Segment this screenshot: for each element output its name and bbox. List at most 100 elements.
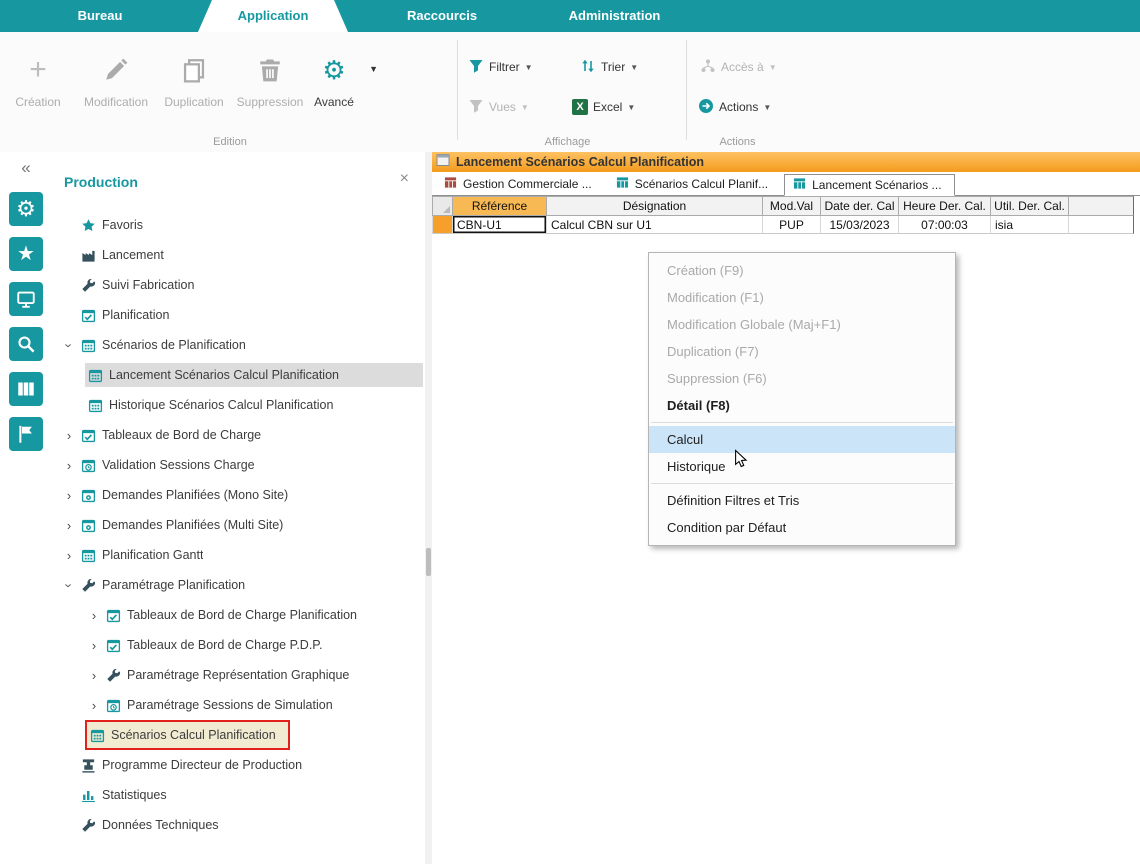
sidebar-item-lancement-scenarios-calcul-planification[interactable]: Lancement Scénarios Calcul Planification (52, 360, 423, 390)
collapse-sidebar-button[interactable]: « (0, 158, 52, 178)
columns-icon[interactable] (9, 372, 43, 406)
excel-button[interactable]: X Excel ▼ (572, 96, 635, 118)
sidebar-title: Production (64, 174, 138, 190)
column-header-util-der-cal[interactable]: Util. Der. Cal. (990, 196, 1068, 216)
menu-tab-application[interactable]: Application (198, 0, 348, 32)
actions-button[interactable]: Actions ▼ (698, 96, 771, 118)
cell-designation[interactable]: Calcul CBN sur U1 (546, 216, 762, 234)
star-icon[interactable]: ★ (9, 237, 43, 271)
cell-date-der-cal[interactable]: 15/03/2023 (820, 216, 898, 234)
trash-icon (234, 48, 306, 92)
menu-item-duplication-f7[interactable]: Duplication (F7) (649, 338, 955, 365)
sidebar-item-label: Tableaux de Bord de Charge P.D.P. (127, 638, 323, 652)
sidebar-item-donnees-techniques[interactable]: Données Techniques (52, 810, 423, 840)
sidebar-item-scenarios-calcul-planification[interactable]: Scénarios Calcul Planification (52, 720, 423, 750)
suppression-button[interactable]: Suppression (234, 48, 306, 126)
sidebar-item-planification-gantt[interactable]: ›Planification Gantt (52, 540, 423, 570)
search-icon[interactable] (9, 327, 43, 361)
gear-icon[interactable]: ⚙ (9, 192, 43, 226)
sidebar-item-historique-scenarios-calcul-planification[interactable]: Historique Scénarios Calcul Planificatio… (52, 390, 423, 420)
column-header-date-der-cal[interactable]: Date der. Cal (820, 196, 898, 216)
chevron-right-icon[interactable]: › (60, 518, 78, 533)
menu-item-creation-f9[interactable]: Création (F9) (649, 257, 955, 284)
menu-item-definition-filtres-et-tris[interactable]: Définition Filtres et Tris (649, 487, 955, 514)
column-header-mod-val[interactable]: Mod.Val (762, 196, 820, 216)
menu-item-detail-f8[interactable]: Détail (F8) (649, 392, 955, 419)
modification-button[interactable]: Modification (74, 48, 158, 126)
sidebar-item-suivi-fabrication[interactable]: Suivi Fabrication (52, 270, 423, 300)
cal-gear-icon (80, 487, 96, 503)
table-icon (616, 176, 629, 192)
sidebar-item-parametrage-planification[interactable]: ›Paramétrage Planification (52, 570, 423, 600)
acces-a-button[interactable]: Accès à ▼ (700, 56, 777, 78)
menu-tab-bureau[interactable]: Bureau (38, 0, 162, 32)
sidebar-item-tableaux-de-bord-de-charge-p-d-p[interactable]: › Tableaux de Bord de Charge P.D.P. (52, 630, 423, 660)
document-tab-lancement-scenarios[interactable]: Lancement Scénarios ... (784, 174, 954, 196)
chevron-right-icon[interactable]: › (85, 608, 103, 623)
sidebar-item-validation-sessions-charge[interactable]: ›Validation Sessions Charge (52, 450, 423, 480)
chevron-right-icon[interactable]: › (85, 668, 103, 683)
chevron-right-icon[interactable]: › (85, 638, 103, 653)
sidebar-item-parametrage-representation-graphique[interactable]: ›Paramétrage Représentation Graphique (52, 660, 423, 690)
vues-button[interactable]: Vues ▼ (468, 96, 529, 118)
sidebar-scrollbar[interactable] (425, 152, 432, 864)
window-icon (436, 153, 450, 172)
chevron-right-icon[interactable]: › (85, 698, 103, 713)
cell-util-der-cal[interactable]: isia (990, 216, 1068, 234)
sidebar-item-favoris[interactable]: Favoris (52, 210, 423, 240)
menu-item-calcul[interactable]: Calcul (649, 426, 955, 453)
creation-button[interactable]: + Création (6, 48, 70, 126)
menu-item-historique[interactable]: Historique (649, 453, 955, 480)
menu-tab-raccourcis[interactable]: Raccourcis (368, 0, 516, 32)
flag-icon[interactable] (9, 417, 43, 451)
sidebar-item-scenarios-de-planification[interactable]: › Scénarios de Planification (52, 330, 423, 360)
star-icon (80, 217, 96, 233)
plus-icon: + (6, 48, 70, 92)
column-header-designation[interactable]: Désignation (546, 196, 762, 216)
sidebar-item-label: Lancement Scénarios Calcul Planification (109, 368, 339, 382)
scrollbar-thumb[interactable] (426, 548, 431, 576)
table-row[interactable]: CBN-U1Calcul CBN sur U1PUP15/03/202307:0… (432, 216, 1134, 234)
close-icon[interactable]: × (400, 170, 409, 188)
menu-item-condition-par-defaut[interactable]: Condition par Défaut (649, 514, 955, 541)
chevron-down-icon[interactable]: › (62, 576, 77, 594)
cell-reference[interactable]: CBN-U1 (452, 216, 546, 234)
column-header-reference[interactable]: Référence (452, 196, 546, 216)
chevron-right-icon[interactable]: › (60, 488, 78, 503)
chevron-down-icon[interactable]: ▼ (369, 64, 378, 74)
sidebar-item-tableaux-de-bord-de-charge-planification[interactable]: ›Tableaux de Bord de Charge Planificatio… (52, 600, 423, 630)
row-selector-cell[interactable] (432, 216, 452, 234)
monitor-icon[interactable] (9, 282, 43, 316)
sidebar-item-label: Scénarios de Planification (102, 338, 246, 352)
chevron-right-icon[interactable]: › (60, 428, 78, 443)
sidebar-item-planification[interactable]: Planification (52, 300, 423, 330)
select-all-cell[interactable] (432, 196, 452, 216)
sidebar-item-demandes-planifiees-mono-site[interactable]: ›Demandes Planifiées (Mono Site) (52, 480, 423, 510)
menu-item-modification-globale-maj-f1[interactable]: Modification Globale (Maj+F1) (649, 311, 955, 338)
chevron-right-icon[interactable]: › (60, 458, 78, 473)
sidebar-item-label: Demandes Planifiées (Multi Site) (102, 518, 283, 532)
menu-item-modification-f1[interactable]: Modification (F1) (649, 284, 955, 311)
cell-heure-der-cal[interactable]: 07:00:03 (898, 216, 990, 234)
cell-mod-val[interactable]: PUP (762, 216, 820, 234)
duplication-button[interactable]: Duplication (158, 48, 230, 126)
sidebar-item-statistiques[interactable]: Statistiques (52, 780, 423, 810)
document-tab-gestion-commerciale[interactable]: Gestion Commerciale ... (436, 173, 604, 195)
sidebar-item-programme-directeur-de-production[interactable]: Programme Directeur de Production (52, 750, 423, 780)
sidebar-item-lancement[interactable]: Lancement (52, 240, 423, 270)
menu-tab-administration[interactable]: Administration (522, 0, 707, 32)
chevron-down-icon: ▼ (769, 63, 777, 72)
document-tab-scenarios-calcul-planif[interactable]: Scénarios Calcul Planif... (608, 173, 780, 195)
sidebar-item-parametrage-sessions-de-simulation[interactable]: ›Paramétrage Sessions de Simulation (52, 690, 423, 720)
chevron-right-icon[interactable]: › (60, 548, 78, 563)
cal-check-icon (80, 427, 96, 443)
column-header-heure-der-cal[interactable]: Heure Der. Cal. (898, 196, 990, 216)
sidebar-item-tableaux-de-bord-de-charge[interactable]: ›Tableaux de Bord de Charge (52, 420, 423, 450)
chevron-down-icon[interactable]: › (62, 336, 77, 354)
trier-button[interactable]: Trier ▼ (580, 56, 638, 78)
menu-item-suppression-f6[interactable]: Suppression (F6) (649, 365, 955, 392)
cal-gear-icon (80, 517, 96, 533)
avance-button[interactable]: ⚙ Avancé ▼ (304, 48, 364, 126)
filtrer-button[interactable]: Filtrer ▼ (468, 56, 533, 78)
sidebar-item-demandes-planifiees-multi-site[interactable]: › Demandes Planifiées (Multi Site) (52, 510, 423, 540)
